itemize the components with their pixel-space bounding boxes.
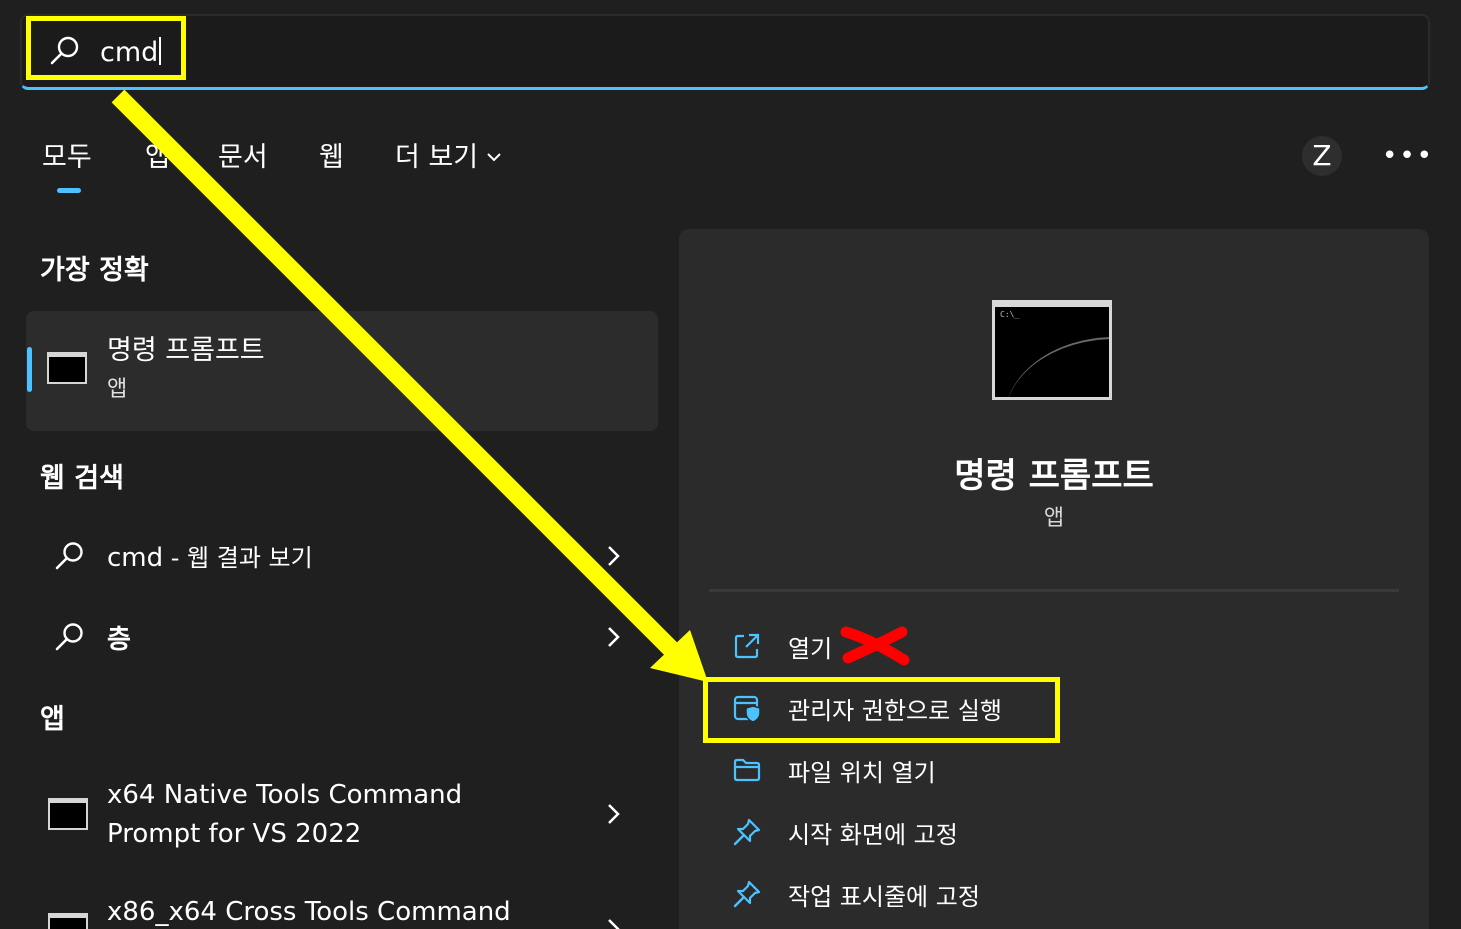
best-match-subtitle: 앱 (107, 377, 128, 402)
action-pin-to-taskbar[interactable]: 작업 표시줄에 고정 (732, 875, 1032, 915)
open-external-icon (734, 633, 760, 659)
app-item-line2: Prompt for VS 2022 (107, 819, 362, 849)
chevron-right-icon (608, 919, 620, 929)
tab-more-label: 더 보기 (395, 142, 479, 173)
folder-icon (733, 758, 761, 782)
web-result-suffix: - 웹 결과 보기 (163, 544, 313, 572)
command-prompt-large-icon: C:\_ (992, 300, 1112, 400)
pin-icon (733, 880, 761, 908)
search-highlight-box (26, 16, 186, 80)
admin-action-highlight-box (703, 677, 1060, 743)
action-open-file-location-label: 파일 위치 열기 (788, 759, 936, 787)
action-open[interactable]: 열기 (732, 627, 932, 667)
icon-glow (1005, 337, 1109, 397)
detail-subtitle: 앱 (1043, 506, 1065, 531)
detail-title: 명령 프롬프트 (954, 456, 1154, 496)
tab-more[interactable]: 더 보기 (395, 140, 502, 176)
pin-icon (733, 818, 761, 846)
action-open-file-location[interactable]: 파일 위치 열기 (732, 751, 992, 791)
web-result-query: 층 (107, 625, 131, 655)
apps-heading: 앱 (40, 704, 65, 735)
action-pin-to-start-label: 시작 화면에 고정 (788, 821, 958, 849)
tab-all[interactable]: 모두 (42, 140, 92, 176)
chevron-right-icon (608, 546, 620, 566)
more-options-icon[interactable]: ••• (1382, 143, 1434, 169)
best-match-title: 명령 프롬프트 (107, 335, 265, 366)
windows-search-window: cmd 모두 앱 문서 웹 더 보기 Z ••• 가장 정확 명령 프롬프트 앱… (0, 0, 1461, 929)
search-bar[interactable] (20, 14, 1430, 90)
command-prompt-icon (48, 913, 88, 929)
app-item-line1: x64 Native Tools Command (107, 780, 463, 810)
tab-apps[interactable]: 앱 (145, 140, 170, 176)
chevron-right-icon (608, 627, 620, 647)
chevron-right-icon (608, 804, 620, 824)
account-avatar[interactable]: Z (1302, 136, 1342, 176)
action-pin-to-taskbar-label: 작업 표시줄에 고정 (788, 883, 980, 911)
tab-documents[interactable]: 문서 (218, 140, 268, 176)
prompt-text: C:\_ (1000, 310, 1020, 319)
action-open-label: 열기 (788, 635, 833, 663)
active-tab-indicator (57, 188, 81, 193)
chevron-down-icon (487, 153, 501, 162)
selection-indicator (27, 347, 32, 392)
action-pin-to-start[interactable]: 시작 화면에 고정 (732, 813, 1012, 853)
web-result-text: cmd - 웹 결과 보기 (107, 538, 313, 573)
app-item-line1: x86_x64 Cross Tools Command (107, 897, 511, 927)
command-prompt-icon (47, 352, 87, 384)
best-match-heading: 가장 정확 (40, 255, 149, 286)
search-icon (55, 623, 83, 651)
tab-web[interactable]: 웹 (319, 140, 344, 176)
web-result-query: cmd (107, 543, 164, 573)
search-icon (55, 542, 83, 570)
web-search-heading: 웹 검색 (40, 463, 124, 494)
divider (709, 589, 1399, 592)
command-prompt-icon (48, 798, 88, 830)
